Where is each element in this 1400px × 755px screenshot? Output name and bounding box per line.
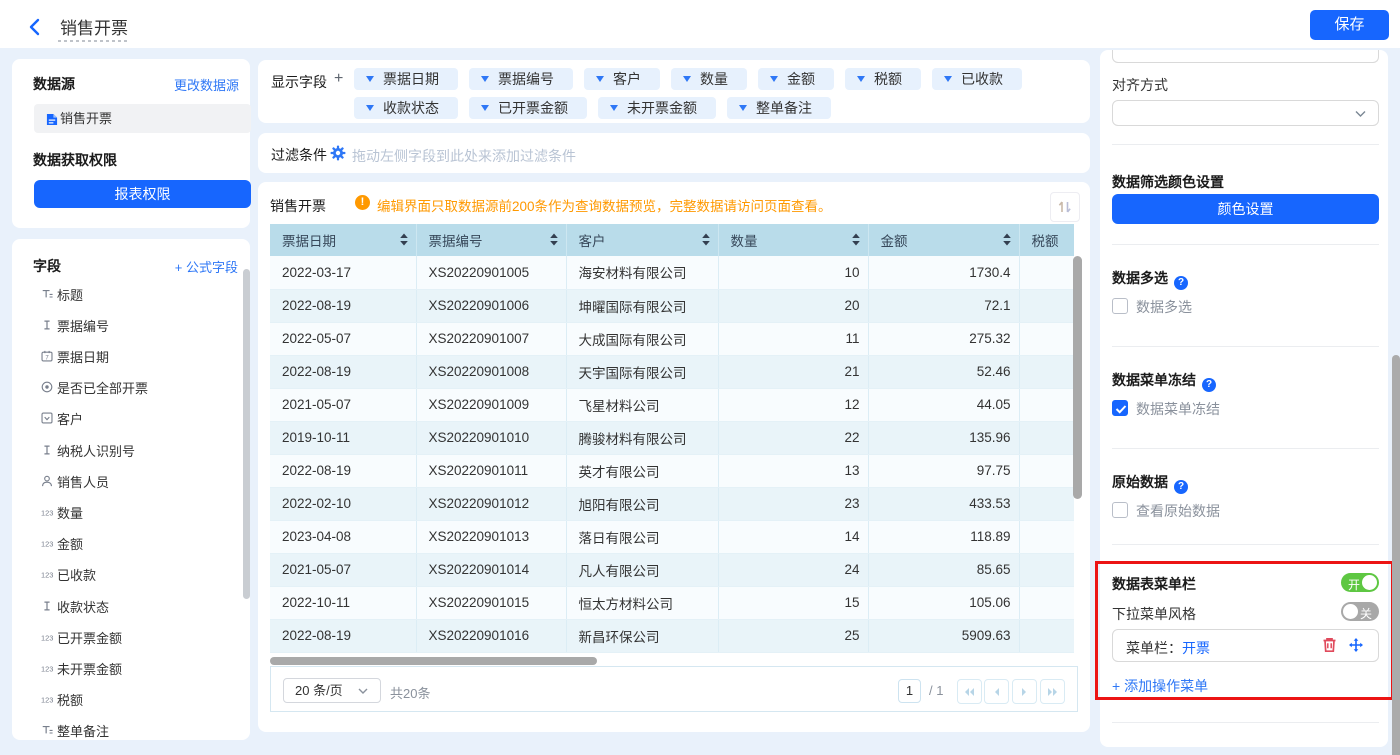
- svg-text:123: 123: [41, 571, 53, 580]
- svg-text:123: 123: [41, 633, 53, 642]
- svg-text:123: 123: [41, 508, 53, 517]
- svg-text:123: 123: [41, 695, 53, 704]
- svg-text:123: 123: [41, 539, 53, 548]
- svg-text:123: 123: [41, 664, 53, 673]
